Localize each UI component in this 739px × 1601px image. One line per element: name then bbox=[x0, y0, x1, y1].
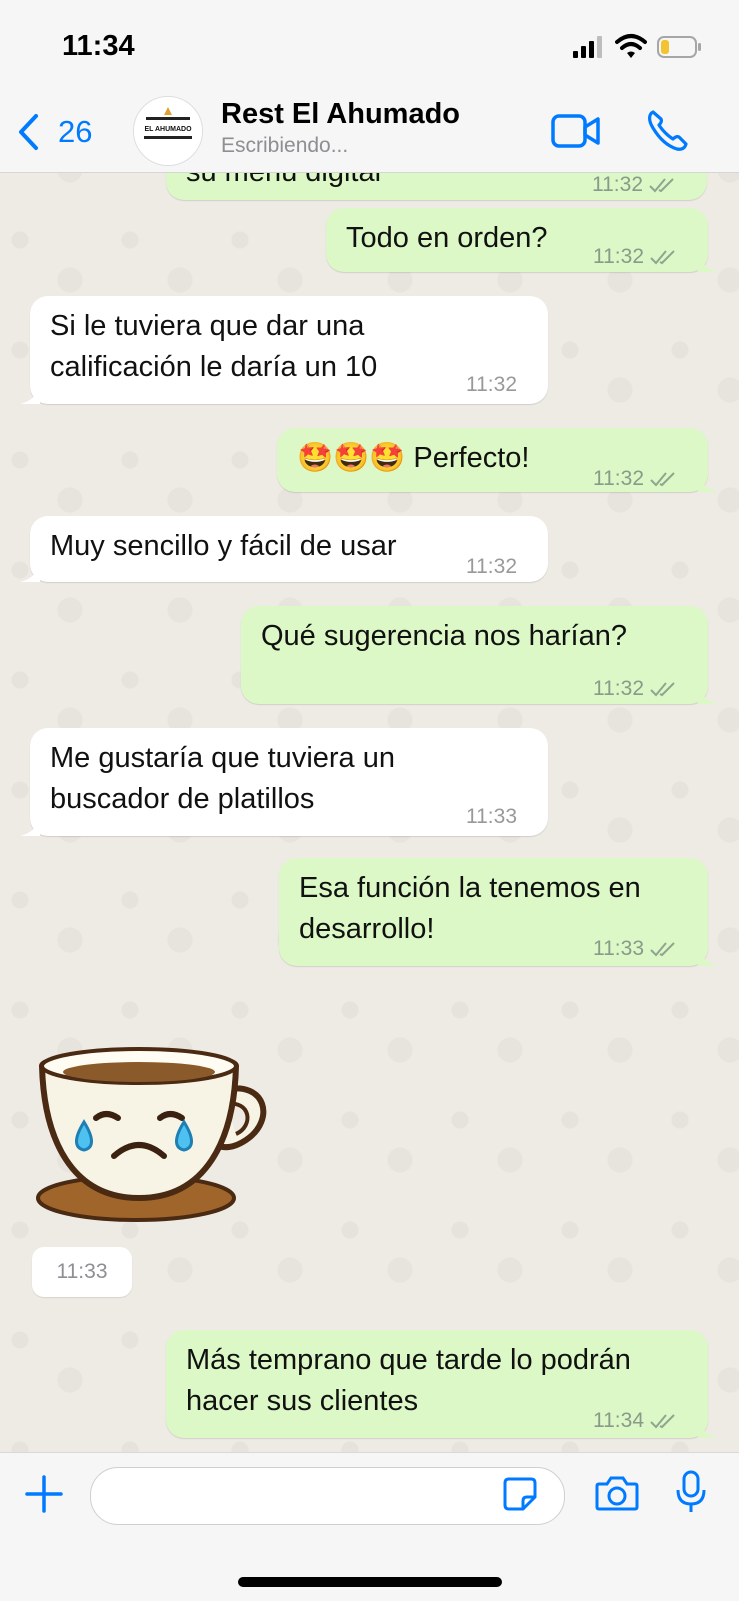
message-time: 11:33 bbox=[593, 937, 644, 960]
message-bubble[interactable]: Todo en orden? 11:32 bbox=[326, 208, 718, 272]
message-time: 11:32 bbox=[593, 677, 644, 700]
message-input[interactable] bbox=[90, 1467, 565, 1525]
message-time: 11:33 bbox=[466, 805, 517, 828]
contact-status: Escribiendo... bbox=[221, 134, 349, 157]
home-indicator[interactable] bbox=[238, 1577, 502, 1587]
read-ticks-icon bbox=[650, 249, 675, 264]
message-bubble[interactable]: 🤩🤩🤩 Perfecto! 11:32 bbox=[277, 428, 718, 492]
bubble-tail bbox=[698, 1420, 718, 1438]
message-text: Si le tuviera que dar una calificación l… bbox=[50, 310, 378, 383]
restaurant-logo: EL AHUMADO bbox=[134, 97, 202, 165]
chevron-left-icon bbox=[19, 114, 38, 150]
bubble-tail bbox=[698, 254, 718, 272]
battery-icon bbox=[657, 36, 701, 58]
read-ticks-icon bbox=[649, 177, 674, 192]
bubble-tail bbox=[20, 386, 40, 404]
message-bubble[interactable]: Muy sencillo y fácil de usar 11:32 bbox=[20, 516, 548, 582]
message-bubble[interactable]: Esa función la tenemos en desarrollo! 11… bbox=[279, 858, 718, 966]
back-button[interactable]: 26 bbox=[16, 112, 92, 152]
message-text: Me gustaría que tuviera un buscador de p… bbox=[50, 742, 395, 815]
status-bar: 11:34 bbox=[0, 0, 739, 92]
message-time: 11:32 bbox=[466, 373, 517, 396]
read-ticks-icon bbox=[650, 941, 675, 956]
message-text: Qué sugerencia nos harían? bbox=[261, 620, 627, 652]
chat-header: 26 EL AHUMADO Rest El Ahumado Escribiend… bbox=[0, 92, 739, 173]
bubble-tail bbox=[20, 564, 40, 582]
message-time: 11:33 bbox=[32, 1247, 132, 1297]
message-bubble[interactable]: Qué sugerencia nos harían? 11:32 bbox=[241, 606, 718, 704]
message-bubble[interactable]: Me gustaría que tuviera un buscador de p… bbox=[20, 728, 548, 836]
unread-count: 26 bbox=[58, 114, 93, 149]
microphone-icon[interactable] bbox=[676, 1470, 706, 1514]
message-bubble[interactable]: Más temprano que tarde lo podrán hacer s… bbox=[166, 1330, 718, 1438]
message-text: Más temprano que tarde lo podrán hacer s… bbox=[186, 1344, 631, 1417]
bubble-tail bbox=[698, 948, 718, 966]
message-text: Esa función la tenemos en desarrollo! bbox=[299, 872, 641, 945]
read-ticks-icon bbox=[650, 1413, 675, 1428]
phone-call-icon[interactable] bbox=[645, 108, 689, 152]
message-time: 11:34 bbox=[593, 1409, 644, 1432]
bubble-tail bbox=[698, 686, 718, 704]
crying-coffee-cup-sticker[interactable] bbox=[36, 1030, 276, 1230]
message-bubble[interactable]: Si le tuviera que dar una calificación l… bbox=[20, 296, 548, 404]
message-text: 🤩🤩🤩 Perfecto! bbox=[297, 442, 530, 474]
read-ticks-icon bbox=[650, 471, 675, 486]
status-time: 11:34 bbox=[62, 30, 135, 62]
read-ticks-icon bbox=[650, 681, 675, 696]
bubble-tail bbox=[698, 474, 718, 492]
message-time: 11:32 bbox=[593, 245, 644, 268]
message-input-bar bbox=[0, 1452, 739, 1601]
svg-text:EL AHUMADO: EL AHUMADO bbox=[144, 126, 192, 133]
video-call-icon[interactable] bbox=[551, 112, 601, 150]
message-text: Muy sencillo y fácil de usar bbox=[50, 530, 397, 562]
plus-icon[interactable] bbox=[24, 1474, 64, 1514]
sticker-icon[interactable] bbox=[503, 1477, 537, 1511]
avatar[interactable]: EL AHUMADO bbox=[133, 96, 203, 166]
message-time: 11:32 bbox=[466, 555, 517, 578]
camera-icon[interactable] bbox=[595, 1474, 639, 1512]
message-text: Todo en orden? bbox=[346, 222, 548, 254]
contact-name[interactable]: Rest El Ahumado bbox=[221, 98, 460, 131]
wifi-icon bbox=[615, 34, 647, 58]
cellular-signal-icon bbox=[573, 36, 602, 58]
message-time: 11:32 bbox=[593, 467, 644, 490]
bubble-tail bbox=[20, 818, 40, 836]
